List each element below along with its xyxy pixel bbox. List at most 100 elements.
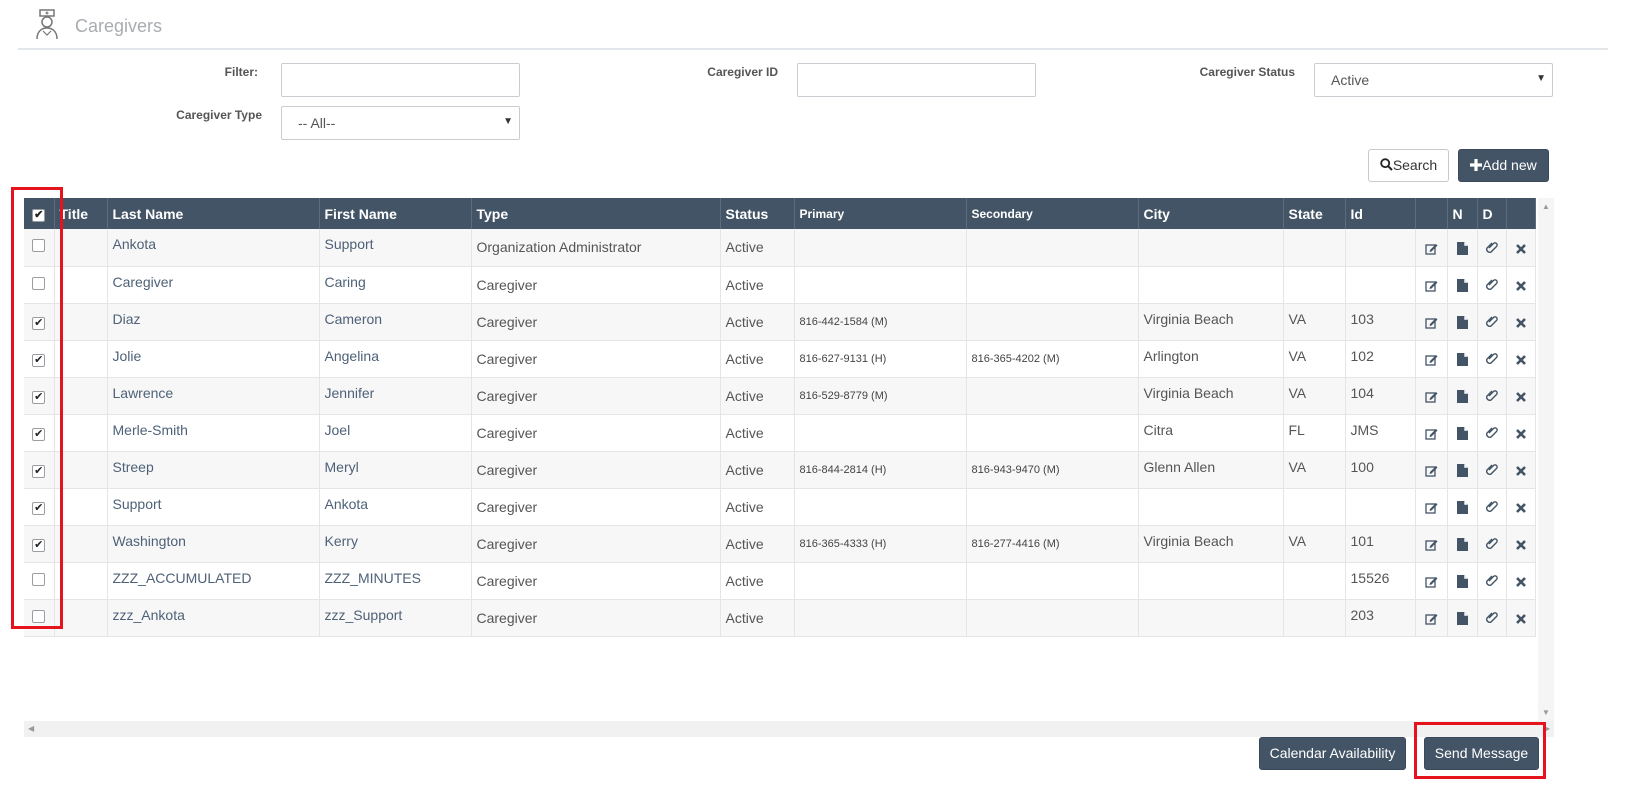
paperclip-icon[interactable] — [1485, 427, 1498, 440]
row-checkbox[interactable] — [32, 609, 46, 623]
delete-action[interactable] — [1506, 451, 1536, 489]
caregiver-id-input[interactable] — [797, 63, 1036, 97]
cell-first-name[interactable]: Support — [319, 229, 472, 267]
delete-action[interactable] — [1506, 303, 1536, 341]
col-primary[interactable]: Primary — [794, 198, 967, 229]
edit-action[interactable] — [1415, 488, 1448, 526]
row-checkbox-cell[interactable]: ✔ — [24, 340, 55, 378]
cell-last-name[interactable]: zzz_Ankota — [107, 599, 320, 637]
delete-icon[interactable] — [1515, 502, 1526, 513]
note-action[interactable] — [1447, 599, 1478, 637]
cell-last-name[interactable]: Diaz — [107, 303, 320, 341]
note-icon[interactable] — [1456, 501, 1468, 515]
edit-icon[interactable] — [1424, 280, 1438, 292]
row-checkbox[interactable]: ✔ — [32, 391, 46, 404]
edit-action[interactable] — [1415, 377, 1448, 415]
search-button[interactable]: Search — [1368, 149, 1449, 182]
paperclip-icon[interactable] — [1485, 575, 1498, 588]
cell-last-name[interactable]: Caregiver — [107, 266, 320, 304]
row-checkbox[interactable]: ✔ — [32, 539, 46, 552]
row-checkbox-cell[interactable]: ✔ — [24, 451, 55, 489]
row-checkbox[interactable]: ✔ — [32, 502, 46, 515]
col-title[interactable]: Title — [54, 198, 108, 229]
delete-action[interactable] — [1506, 340, 1536, 378]
delete-action[interactable] — [1506, 562, 1536, 600]
table-row[interactable]: ✔ Jolie Angelina Caregiver Active 816-627-913… — [24, 340, 1607, 378]
cell-last-name[interactable]: Lawrence — [107, 377, 320, 415]
scroll-left-icon[interactable]: ◀ — [28, 724, 34, 733]
table-row[interactable]: ✔ Streep Meryl Caregiver Active 816-844-2814 … — [24, 451, 1607, 489]
table-row[interactable]: zzz_Ankota zzz_Support Caregiver Active 203 — [24, 599, 1607, 637]
select-all-checkbox[interactable]: ✔ — [32, 209, 46, 222]
attachment-action[interactable] — [1477, 562, 1507, 600]
paperclip-icon[interactable] — [1485, 501, 1498, 514]
delete-icon[interactable] — [1515, 465, 1526, 476]
edit-action[interactable] — [1415, 229, 1448, 267]
delete-icon[interactable] — [1515, 280, 1526, 291]
attachment-action[interactable] — [1477, 377, 1507, 415]
attachment-action[interactable] — [1477, 488, 1507, 526]
attachment-action[interactable] — [1477, 525, 1507, 563]
note-action[interactable] — [1447, 377, 1478, 415]
paperclip-icon[interactable] — [1485, 353, 1498, 366]
note-action[interactable] — [1447, 451, 1478, 489]
paperclip-icon[interactable] — [1485, 242, 1498, 255]
row-checkbox-cell[interactable]: ✔ — [24, 488, 55, 526]
select-all-header[interactable]: ✔ — [24, 198, 55, 229]
attachment-action[interactable] — [1477, 599, 1507, 637]
add-new-button[interactable]: Add new — [1458, 149, 1549, 182]
table-row[interactable]: ✔ Lawrence Jennifer Caregiver Active 816-529-… — [24, 377, 1607, 415]
cell-first-name[interactable]: Ankota — [319, 488, 472, 526]
row-checkbox-cell[interactable] — [24, 266, 55, 304]
cell-first-name[interactable]: ZZZ_MINUTES — [319, 562, 472, 600]
cell-first-name[interactable]: Meryl — [319, 451, 472, 489]
caregiver-type-select[interactable]: -- All-- ▼ — [281, 106, 520, 140]
note-icon[interactable] — [1456, 464, 1468, 478]
cell-last-name[interactable]: Jolie — [107, 340, 320, 378]
edit-icon[interactable] — [1424, 539, 1438, 551]
table-row[interactable]: ✔ Diaz Cameron Caregiver Active 816-442-1584 … — [24, 303, 1607, 341]
delete-icon[interactable] — [1515, 428, 1526, 439]
caregiver-status-select[interactable]: Active ▼ — [1314, 63, 1553, 97]
row-checkbox-cell[interactable]: ✔ — [24, 525, 55, 563]
delete-icon[interactable] — [1515, 317, 1526, 328]
note-action[interactable] — [1447, 266, 1478, 304]
edit-icon[interactable] — [1424, 317, 1438, 329]
delete-action[interactable] — [1506, 525, 1536, 563]
scroll-down-icon[interactable]: ▼ — [1542, 708, 1550, 717]
table-row[interactable]: Caregiver Caring Caregiver Active — [24, 266, 1607, 304]
cell-last-name[interactable]: Ankota — [107, 229, 320, 267]
edit-action[interactable] — [1415, 266, 1448, 304]
edit-icon[interactable] — [1424, 391, 1438, 403]
cell-first-name[interactable]: Caring — [319, 266, 472, 304]
scroll-right-icon[interactable]: ▶ — [1544, 724, 1550, 733]
cell-first-name[interactable]: Kerry — [319, 525, 472, 563]
vertical-scrollbar[interactable]: ▲ ▼ — [1538, 198, 1554, 721]
col-id[interactable]: Id — [1345, 198, 1416, 229]
edit-icon[interactable] — [1424, 576, 1438, 588]
calendar-availability-button[interactable]: Calendar Availability — [1259, 737, 1406, 770]
delete-icon[interactable] — [1515, 391, 1526, 402]
paperclip-icon[interactable] — [1485, 390, 1498, 403]
row-checkbox-cell[interactable]: ✔ — [24, 303, 55, 341]
note-icon[interactable] — [1456, 390, 1468, 404]
row-checkbox[interactable]: ✔ — [32, 317, 46, 330]
cell-last-name[interactable]: Washington — [107, 525, 320, 563]
delete-action[interactable] — [1506, 599, 1536, 637]
table-row[interactable]: Ankota Support Organization Administrator A… — [24, 229, 1607, 267]
attachment-action[interactable] — [1477, 340, 1507, 378]
table-row[interactable]: ✔ Support Ankota Caregiver Active — [24, 488, 1607, 526]
note-icon[interactable] — [1456, 575, 1468, 589]
edit-action[interactable] — [1415, 303, 1448, 341]
row-checkbox-cell[interactable] — [24, 599, 55, 637]
edit-action[interactable] — [1415, 414, 1448, 452]
note-action[interactable] — [1447, 414, 1478, 452]
delete-action[interactable] — [1506, 488, 1536, 526]
table-row[interactable]: ✔ Washington Kerry Caregiver Active 816-365-4… — [24, 525, 1607, 563]
note-action[interactable] — [1447, 303, 1478, 341]
table-row[interactable]: ZZZ_ACCUMULATED ZZZ_MINUTES Caregiver Activ… — [24, 562, 1607, 600]
col-status[interactable]: Status — [720, 198, 795, 229]
delete-action[interactable] — [1506, 229, 1536, 267]
edit-action[interactable] — [1415, 525, 1448, 563]
note-action[interactable] — [1447, 562, 1478, 600]
